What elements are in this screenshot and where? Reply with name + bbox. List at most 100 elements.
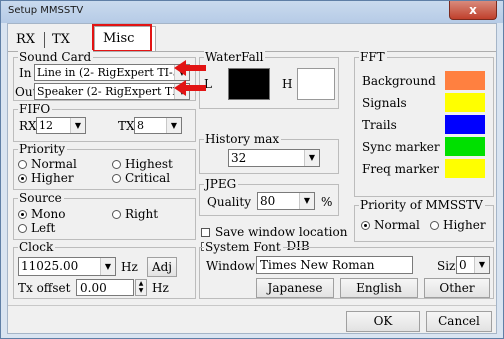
fifo-tx-select[interactable]: 8 ▼ bbox=[134, 117, 182, 134]
setup-dialog: Setup MMSSTV x RX TX Misc Sound Card In … bbox=[0, 0, 504, 339]
tab-separator bbox=[44, 32, 45, 48]
waterfall-label: WaterFall bbox=[204, 50, 266, 64]
priority-group: Priority Normal Highest Higher Critical bbox=[13, 142, 196, 190]
history-value: 32 bbox=[231, 151, 247, 165]
japanese-button[interactable]: Japanese bbox=[256, 278, 334, 298]
priority-label: Priority bbox=[18, 142, 68, 156]
fft-freq-color[interactable] bbox=[445, 159, 485, 178]
sound-card-group: Sound Card In Line in (2- RigExpert TI-5… bbox=[13, 50, 196, 101]
system-font-window-label: Window bbox=[206, 259, 255, 273]
source-group: Source Mono Right Left bbox=[13, 191, 196, 240]
fft-freq-label: Freq marker bbox=[362, 162, 440, 176]
sound-card-label: Sound Card bbox=[18, 50, 94, 64]
jpeg-quality-value: 80 bbox=[260, 194, 276, 208]
system-font-label: System Font bbox=[204, 240, 283, 254]
sound-out-value: Speaker (2- RigExpert TI-5 bbox=[37, 85, 188, 98]
clock-group: Clock 11025.00 ▼ Hz Adj Tx offset 0.00 ▲ ▼… bbox=[13, 240, 196, 299]
mmsstv-higher-radio[interactable]: Higher bbox=[430, 218, 486, 232]
ok-button[interactable]: OK bbox=[346, 311, 420, 332]
history-label: History max bbox=[204, 132, 282, 146]
checkbox-icon bbox=[201, 228, 210, 237]
chevron-down-icon: ▼ bbox=[70, 118, 85, 133]
radio-icon bbox=[430, 221, 439, 230]
history-select[interactable]: 32 ▼ bbox=[228, 149, 320, 167]
txoffset-spinner[interactable]: ▲ ▼ bbox=[135, 279, 147, 296]
jpeg-quality-select[interactable]: 80 ▼ bbox=[257, 192, 315, 210]
fifo-rx-select[interactable]: 12 ▼ bbox=[36, 117, 86, 134]
fft-sync-color[interactable] bbox=[445, 137, 485, 156]
source-mono-radio[interactable]: Mono bbox=[18, 207, 65, 221]
radio-icon bbox=[18, 160, 27, 169]
radio-icon bbox=[112, 210, 121, 219]
adj-button[interactable]: Adj bbox=[147, 257, 177, 277]
radio-icon bbox=[112, 160, 121, 169]
clock-value: 11025.00 bbox=[21, 259, 79, 273]
fft-background-label: Background bbox=[362, 74, 436, 88]
fft-sync-label: Sync marker bbox=[362, 140, 440, 154]
save-window-label: Save window location bbox=[215, 225, 348, 239]
fft-label: FFT bbox=[359, 50, 387, 64]
jpeg-quality-label: Quality bbox=[207, 195, 251, 209]
source-mono-label: Mono bbox=[31, 207, 66, 221]
in-label: In bbox=[19, 66, 32, 80]
fft-trails-color[interactable] bbox=[445, 115, 485, 134]
source-left-radio[interactable]: Left bbox=[18, 221, 55, 235]
waterfall-l-color[interactable] bbox=[228, 68, 270, 100]
annotation-highlight-box bbox=[92, 24, 152, 52]
footer-divider bbox=[8, 305, 496, 306]
fft-signals-color[interactable] bbox=[445, 93, 485, 112]
save-window-checkbox[interactable]: Save window location bbox=[201, 225, 347, 239]
fft-background-color[interactable] bbox=[445, 71, 485, 90]
history-group: History max 32 ▼ bbox=[199, 132, 339, 174]
chevron-down-icon: ▼ bbox=[299, 193, 314, 209]
priority-mmsstv-group: Priority of MMSSTV Normal Higher bbox=[354, 198, 494, 242]
fft-trails-label: Trails bbox=[362, 118, 397, 132]
tab-rx[interactable]: RX bbox=[12, 30, 39, 50]
font-name-input[interactable]: Times New Roman bbox=[256, 256, 413, 274]
mmsstv-higher-label: Higher bbox=[443, 218, 486, 232]
sound-in-value: Line in (2- RigExpert TI-50 bbox=[37, 66, 187, 79]
tab-strip: RX TX Misc bbox=[8, 24, 496, 53]
priority-higher-label: Higher bbox=[31, 171, 74, 185]
radio-selected-icon bbox=[18, 174, 27, 183]
close-button[interactable]: x bbox=[449, 1, 497, 20]
title-bar[interactable]: Setup MMSSTV x bbox=[1, 1, 503, 23]
chevron-down-icon: ▼ bbox=[474, 257, 489, 273]
chevron-down-icon: ▼ bbox=[100, 258, 115, 275]
clock-select[interactable]: 11025.00 ▼ bbox=[18, 257, 116, 276]
priority-higher-radio[interactable]: Higher bbox=[18, 171, 74, 185]
source-right-radio[interactable]: Right bbox=[112, 207, 158, 221]
radio-icon bbox=[18, 224, 27, 233]
priority-normal-radio[interactable]: Normal bbox=[18, 157, 77, 171]
fft-signals-label: Signals bbox=[362, 96, 407, 110]
priority-mmsstv-label: Priority of MMSSTV bbox=[359, 198, 485, 212]
fifo-tx-value: 8 bbox=[137, 119, 144, 132]
window-title: Setup MMSSTV bbox=[8, 5, 84, 16]
priority-highest-radio[interactable]: Highest bbox=[112, 157, 173, 171]
font-size-value: 0 bbox=[459, 258, 467, 272]
fifo-tx-label: TX bbox=[118, 119, 135, 133]
cancel-button[interactable]: Cancel bbox=[426, 311, 492, 332]
priority-critical-radio[interactable]: Critical bbox=[112, 171, 170, 185]
dialog-client: RX TX Misc Sound Card In Line in (2- Rig… bbox=[7, 23, 497, 334]
waterfall-group: WaterFall L H bbox=[199, 50, 339, 109]
misc-panel: Sound Card In Line in (2- RigExpert TI-5… bbox=[9, 50, 495, 304]
fft-group: FFT Background Signals Trails Sync marke… bbox=[354, 50, 494, 197]
mmsstv-normal-radio[interactable]: Normal bbox=[361, 218, 420, 232]
priority-normal-label: Normal bbox=[31, 157, 77, 171]
other-button[interactable]: Other bbox=[424, 278, 490, 298]
txoffset-input[interactable]: 0.00 bbox=[76, 279, 134, 296]
waterfall-h-color[interactable] bbox=[297, 68, 335, 100]
clock-label: Clock bbox=[18, 240, 56, 254]
annotation-arrows bbox=[174, 60, 206, 96]
english-button[interactable]: English bbox=[340, 278, 418, 298]
radio-icon bbox=[112, 174, 121, 183]
jpeg-label: JPEG bbox=[204, 177, 239, 191]
sound-out-select[interactable]: Speaker (2- RigExpert TI-5▼ bbox=[34, 83, 190, 100]
tab-tx[interactable]: TX bbox=[48, 30, 74, 50]
sound-in-select[interactable]: Line in (2- RigExpert TI-50▼ bbox=[34, 64, 190, 81]
font-size-select[interactable]: 0 ▼ bbox=[456, 256, 490, 274]
txoffset-label: Tx offset bbox=[18, 281, 71, 295]
priority-critical-label: Critical bbox=[125, 171, 171, 185]
chevron-down-icon: ▼ bbox=[304, 150, 319, 166]
